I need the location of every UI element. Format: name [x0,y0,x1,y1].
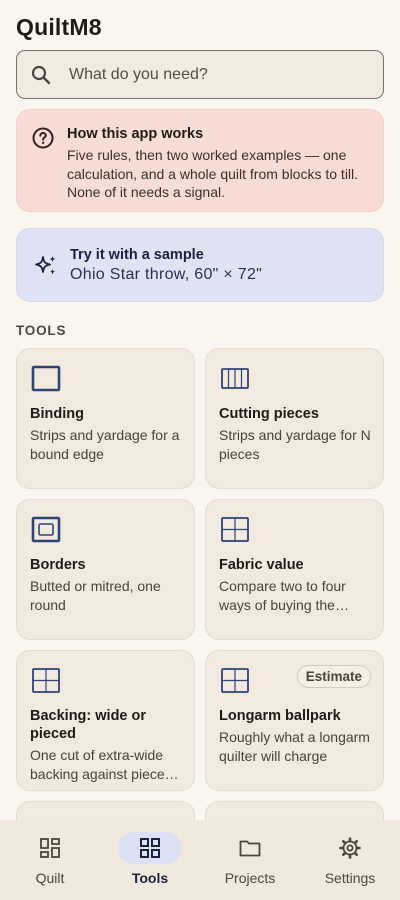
tool-card-cutting-pieces[interactable]: Cutting pieces Strips and yardage for N … [205,348,384,489]
nav-label: Quilt [35,870,65,886]
tool-desc: One cut of extra-wide backing against pi… [30,747,173,782]
search-icon [31,65,51,84]
tool-card-longarm-ballpark[interactable]: Estimate Longarm ballpark Roughly what a… [205,650,384,791]
tool-desc: Strips and yardage for a bound edge [30,427,180,462]
search-input[interactable] [69,65,349,84]
dashboard-icon [40,838,60,858]
estimate-badge: Estimate [296,665,371,688]
app-title: QuiltM8 [16,14,102,40]
binding-icon [31,365,61,392]
search-bar[interactable] [16,50,384,99]
info-card-body: Five rules, then two worked examples — o… [67,147,359,200]
sparkles-icon [35,256,56,275]
nav-label: Tools [131,870,169,886]
tool-desc: Strips and yardage for N pieces [219,427,371,462]
tools-section-label: TOOLS [16,323,67,338]
cutting-strips-icon [221,368,249,389]
tool-card-fabric-value[interactable]: Fabric value Compare two to four ways of… [205,499,384,640]
tool-name: Backing: wide or pieced [30,708,147,742]
how-it-works-card[interactable]: How this app works Five rules, then two … [16,109,384,212]
nav-item-tools[interactable]: Tools [100,820,200,900]
tool-desc: Roughly what a longarm quilter will char… [219,729,370,764]
tool-name: Borders [30,557,86,573]
tool-name: Cutting pieces [219,406,319,422]
info-card-title: How this app works [67,126,204,142]
sample-card[interactable]: Try it with a sample Ohio Star throw, 60… [16,228,384,302]
tool-name: Binding [30,406,84,422]
folder-icon [239,840,261,857]
nav-item-quilt[interactable]: Quilt [0,820,100,900]
nav-item-settings[interactable]: Settings [300,820,400,900]
help-circle-icon [32,127,54,149]
tool-desc: Compare two to four ways of buying the s… [219,578,346,613]
tool-card-binding[interactable]: Binding Strips and yardage for a bound e… [16,348,195,489]
tool-name: Longarm ballpark [219,708,341,724]
sample-card-title: Try it with a sample [70,247,204,263]
nav-item-projects[interactable]: Projects [200,820,300,900]
gear-icon [339,837,361,859]
bottom-navigation: Quilt Tools Projects Settings [0,820,400,900]
sample-card-subtitle: Ohio Star throw, 60" × 72" [70,266,263,283]
tool-desc: Butted or mitred, one round [30,578,161,613]
grid-icon [221,668,249,693]
grid-icon [32,668,60,693]
tool-name: Fabric value [219,557,304,573]
grid-icon [221,517,249,542]
apps-grid-icon [140,838,160,858]
tool-card-borders[interactable]: Borders Butted or mitred, one round [16,499,195,640]
borders-icon [31,516,61,543]
tool-card-backing[interactable]: Backing: wide or pieced One cut of extra… [16,650,195,791]
nav-label: Projects [224,870,276,886]
nav-label: Settings [324,870,376,886]
